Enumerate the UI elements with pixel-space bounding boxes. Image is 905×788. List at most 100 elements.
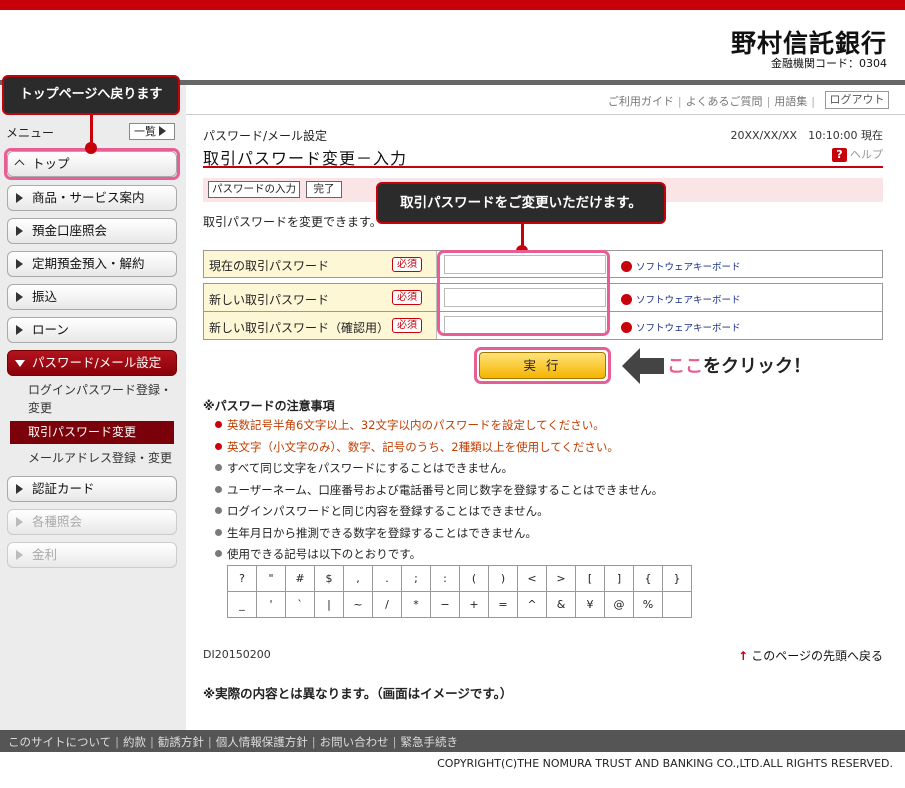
keyboard-icon bbox=[621, 261, 632, 272]
submenu-email-address[interactable]: メールアドレス登録・変更 bbox=[10, 447, 174, 470]
symbol-cell: = bbox=[488, 591, 518, 618]
symbol-cell: " bbox=[256, 565, 286, 592]
triangle-right-icon bbox=[16, 259, 23, 269]
sidebar-item-interest-rate[interactable]: 金利 bbox=[7, 542, 177, 568]
disclaimer: ※実際の内容とは異なります。（画面はイメージです。） bbox=[203, 686, 513, 701]
sidebar-item-password-mail[interactable]: パスワード/メール設定 bbox=[7, 350, 177, 376]
symbol-cell: $ bbox=[314, 565, 344, 592]
copyright: COPYRIGHT(C)THE NOMURA TRUST AND BANKING… bbox=[437, 757, 893, 770]
sidebar-item-loan[interactable]: ローン bbox=[7, 317, 177, 343]
sidebar-item-deposit-inquiry[interactable]: 預金口座照会 bbox=[7, 218, 177, 244]
new-password-label: 新しい取引パスワード bbox=[209, 293, 330, 307]
symbol-cell: ) bbox=[488, 565, 518, 592]
bullet-icon bbox=[215, 421, 222, 428]
triangle-right-icon bbox=[16, 193, 23, 203]
submenu-login-password[interactable]: ログインパスワード登録・ bbox=[10, 381, 174, 401]
callout-pointer-dot bbox=[85, 142, 97, 154]
symbol-cell: [ bbox=[575, 565, 605, 592]
symbol-cell: ? bbox=[227, 565, 257, 592]
sidebar-item-products[interactable]: 商品・サービス案内 bbox=[7, 185, 177, 211]
symbol-cell: . bbox=[372, 565, 402, 592]
triangle-right-icon bbox=[16, 226, 23, 236]
footer-link-privacy[interactable]: 個人情報保護方針 bbox=[216, 735, 308, 749]
software-keyboard-link[interactable]: ソフトウェアキーボード bbox=[621, 320, 741, 334]
bullet-icon bbox=[215, 550, 222, 557]
bullet-icon bbox=[215, 464, 222, 471]
software-keyboard-link[interactable]: ソフトウェアキーボード bbox=[621, 292, 741, 306]
list-item: ログインパスワードと同じ内容を登録することはできません。 bbox=[215, 503, 865, 525]
help-link[interactable]: ? ヘルプ bbox=[832, 146, 883, 162]
triangle-right-icon bbox=[16, 550, 23, 560]
breadcrumb: パスワード/メール設定 bbox=[203, 129, 328, 143]
change-password-callout: 取引パスワードをご変更いただけます。 bbox=[376, 182, 666, 224]
footer-link-terms[interactable]: 約款 bbox=[123, 735, 146, 749]
notes-title: ※パスワードの注意事項 bbox=[203, 399, 335, 413]
symbol-cell: * bbox=[401, 591, 431, 618]
page-top-link[interactable]: ↑ このページの先頭へ戻る bbox=[738, 647, 883, 664]
help-icon: ? bbox=[832, 148, 847, 162]
list-item: すべて同じ文字をパスワードにすることはできません。 bbox=[215, 460, 865, 482]
faq-link[interactable]: よくあるご質問 bbox=[686, 95, 763, 108]
footer-link-emergency[interactable]: 緊急手続き bbox=[401, 735, 459, 749]
current-password-label: 現在の取引パスワード bbox=[209, 259, 330, 273]
symbol-cell bbox=[662, 591, 692, 618]
bullet-icon bbox=[215, 442, 222, 450]
triangle-right-icon bbox=[16, 325, 23, 335]
footer-nav: このサイトについて | 約款 | 勧誘方針 | 個人情報保護方針 | お問い合わせ | 緊急手続き bbox=[0, 730, 905, 752]
symbol-cell: ; bbox=[401, 565, 431, 592]
symbol-cell: # bbox=[285, 565, 315, 592]
table-row: ? " # $ , . ; : ( ) < > [ ] { } bbox=[227, 565, 692, 592]
step-complete: 完了 bbox=[306, 181, 342, 198]
symbol-cell: | bbox=[314, 591, 344, 618]
symbol-cell: ( bbox=[459, 565, 489, 592]
symbol-cell: ] bbox=[604, 565, 634, 592]
keyboard-icon bbox=[621, 322, 632, 333]
menu-label: メニュー bbox=[6, 126, 55, 140]
list-item: 英数記号半角6文字以上、32文字以内のパスワードを設定してください。 bbox=[215, 417, 865, 439]
step-input: パスワードの入力 bbox=[208, 181, 300, 198]
symbol-cell: + bbox=[459, 591, 489, 618]
execute-button[interactable]: 実 行 bbox=[479, 352, 606, 379]
menu-list-button[interactable]: 一覧 bbox=[129, 123, 175, 140]
notes-list: 英数記号半角6文字以上、32文字以内のパスワードを設定してください。 英文字（小… bbox=[215, 417, 865, 568]
symbol-cell: − bbox=[430, 591, 460, 618]
symbol-cell: ^ bbox=[517, 591, 547, 618]
title-divider bbox=[203, 166, 883, 168]
logout-button[interactable]: ログアウト bbox=[825, 91, 889, 109]
symbol-cell: > bbox=[546, 565, 576, 592]
sidebar-item-time-deposit[interactable]: 定期預金預入・解約 bbox=[7, 251, 177, 277]
symbol-cell: % bbox=[633, 591, 663, 618]
bank-code: 金融機関コード：0304 bbox=[771, 57, 887, 70]
arrow-up-icon: ↑ bbox=[738, 649, 749, 663]
symbol-cell: , bbox=[343, 565, 373, 592]
inputs-highlight-frame bbox=[437, 250, 610, 336]
submenu-login-password-line2[interactable]: 変更 bbox=[10, 400, 174, 420]
glossary-link[interactable]: 用語集 bbox=[774, 95, 807, 108]
list-item: 生年月日から推測できる数字を登録することはできません。 bbox=[215, 525, 865, 547]
symbol-cell: ¥ bbox=[575, 591, 605, 618]
list-item: ユーザーネーム、口座番号および電話番号と同じ数字を登録することはできません。 bbox=[215, 482, 865, 504]
sidebar-item-auth-card[interactable]: 認証カード bbox=[7, 476, 177, 502]
submenu-transaction-password[interactable]: 取引パスワード変更 bbox=[10, 421, 174, 444]
list-item: 英文字（小文字のみ）、数字、記号のうち、2種類以上を使用してください。 bbox=[215, 439, 865, 461]
symbol-cell: @ bbox=[604, 591, 634, 618]
top-brand-bar bbox=[0, 0, 905, 10]
required-badge: 必須 bbox=[392, 257, 422, 272]
footer-link-solicitation[interactable]: 勧誘方針 bbox=[158, 735, 204, 749]
symbol-cell: ' bbox=[256, 591, 286, 618]
sidebar-item-various-inquiry[interactable]: 各種照会 bbox=[7, 509, 177, 535]
symbol-cell: < bbox=[517, 565, 547, 592]
utility-nav: ご利用ガイド | よくあるご質問 | 用語集 | ログアウト bbox=[186, 85, 905, 115]
required-badge: 必須 bbox=[392, 318, 422, 333]
guide-link[interactable]: ご利用ガイド bbox=[608, 95, 674, 108]
software-keyboard-link[interactable]: ソフトウェアキーボード bbox=[621, 259, 741, 273]
bullet-icon bbox=[215, 507, 222, 514]
symbol-cell: / bbox=[372, 591, 402, 618]
required-badge: 必須 bbox=[392, 290, 422, 305]
back-to-top-callout: トップページへ戻ります bbox=[2, 75, 180, 115]
keyboard-icon bbox=[621, 294, 632, 305]
sidebar-item-transfer[interactable]: 振込 bbox=[7, 284, 177, 310]
footer-link-contact[interactable]: お問い合わせ bbox=[320, 735, 389, 749]
footer-link-about[interactable]: このサイトについて bbox=[8, 735, 111, 749]
bullet-icon bbox=[215, 528, 222, 536]
